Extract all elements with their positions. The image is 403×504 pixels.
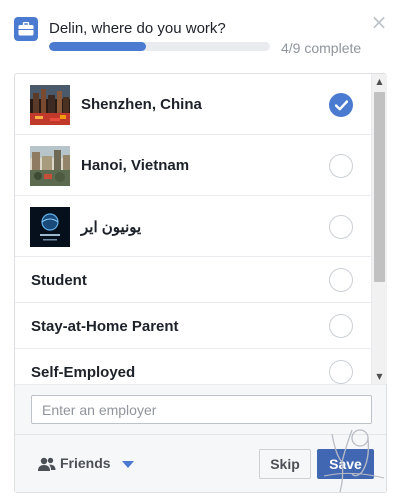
scrollbar-thumb[interactable]	[374, 92, 385, 282]
progress-text: 4/9 complete	[281, 40, 362, 56]
radio-unchecked[interactable]	[329, 360, 353, 384]
radio-unchecked[interactable]	[329, 154, 353, 178]
city-night-photo	[30, 85, 70, 125]
option-row-shenzhen[interactable]: Shenzhen, China	[15, 74, 371, 135]
signature-mark	[323, 429, 385, 493]
progress-fill	[49, 42, 147, 51]
option-row-self-employed[interactable]: Self-Employed	[15, 349, 371, 384]
checkmark-icon	[335, 100, 348, 111]
option-label: يونيون اير	[81, 219, 142, 236]
radio-unchecked[interactable]	[329, 268, 353, 292]
option-label: Shenzhen, China	[81, 96, 202, 113]
skip-button[interactable]: Skip	[259, 449, 311, 479]
briefcase-icon	[14, 17, 38, 41]
dialog-header: Delin, where do you work? × 4/9 complete	[0, 0, 403, 70]
scroll-up-arrow-icon[interactable]: ▲	[372, 74, 387, 89]
dialog-title: Delin, where do you work?	[49, 20, 226, 37]
option-label: Self-Employed	[31, 364, 136, 381]
list-scrollbar[interactable]: ▲ ▼	[371, 74, 387, 384]
radio-checked[interactable]	[329, 93, 353, 117]
employer-input[interactable]	[31, 395, 372, 424]
option-row-union-air[interactable]: يونيون اير	[15, 196, 371, 257]
radio-unchecked[interactable]	[329, 215, 353, 239]
progress-bar	[49, 42, 270, 51]
chevron-down-icon	[122, 461, 134, 468]
option-label: Hanoi, Vietnam	[81, 157, 190, 174]
option-label: Stay-at-Home Parent	[31, 318, 179, 335]
audience-label: Friends	[60, 455, 111, 471]
friends-icon	[38, 457, 56, 471]
close-icon[interactable]: ×	[369, 12, 389, 32]
city-street-photo	[30, 146, 70, 186]
option-label: Student	[31, 272, 87, 289]
employer-options-list: Shenzhen, China Hanoi, Vietnam يونيون اي…	[15, 74, 371, 384]
option-row-hanoi[interactable]: Hanoi, Vietnam	[15, 135, 371, 196]
scroll-down-arrow-icon[interactable]: ▼	[372, 369, 387, 384]
option-row-student[interactable]: Student	[15, 257, 371, 303]
option-row-stay-at-home-parent[interactable]: Stay-at-Home Parent	[15, 303, 371, 349]
airline-logo	[30, 207, 70, 247]
radio-unchecked[interactable]	[329, 314, 353, 338]
